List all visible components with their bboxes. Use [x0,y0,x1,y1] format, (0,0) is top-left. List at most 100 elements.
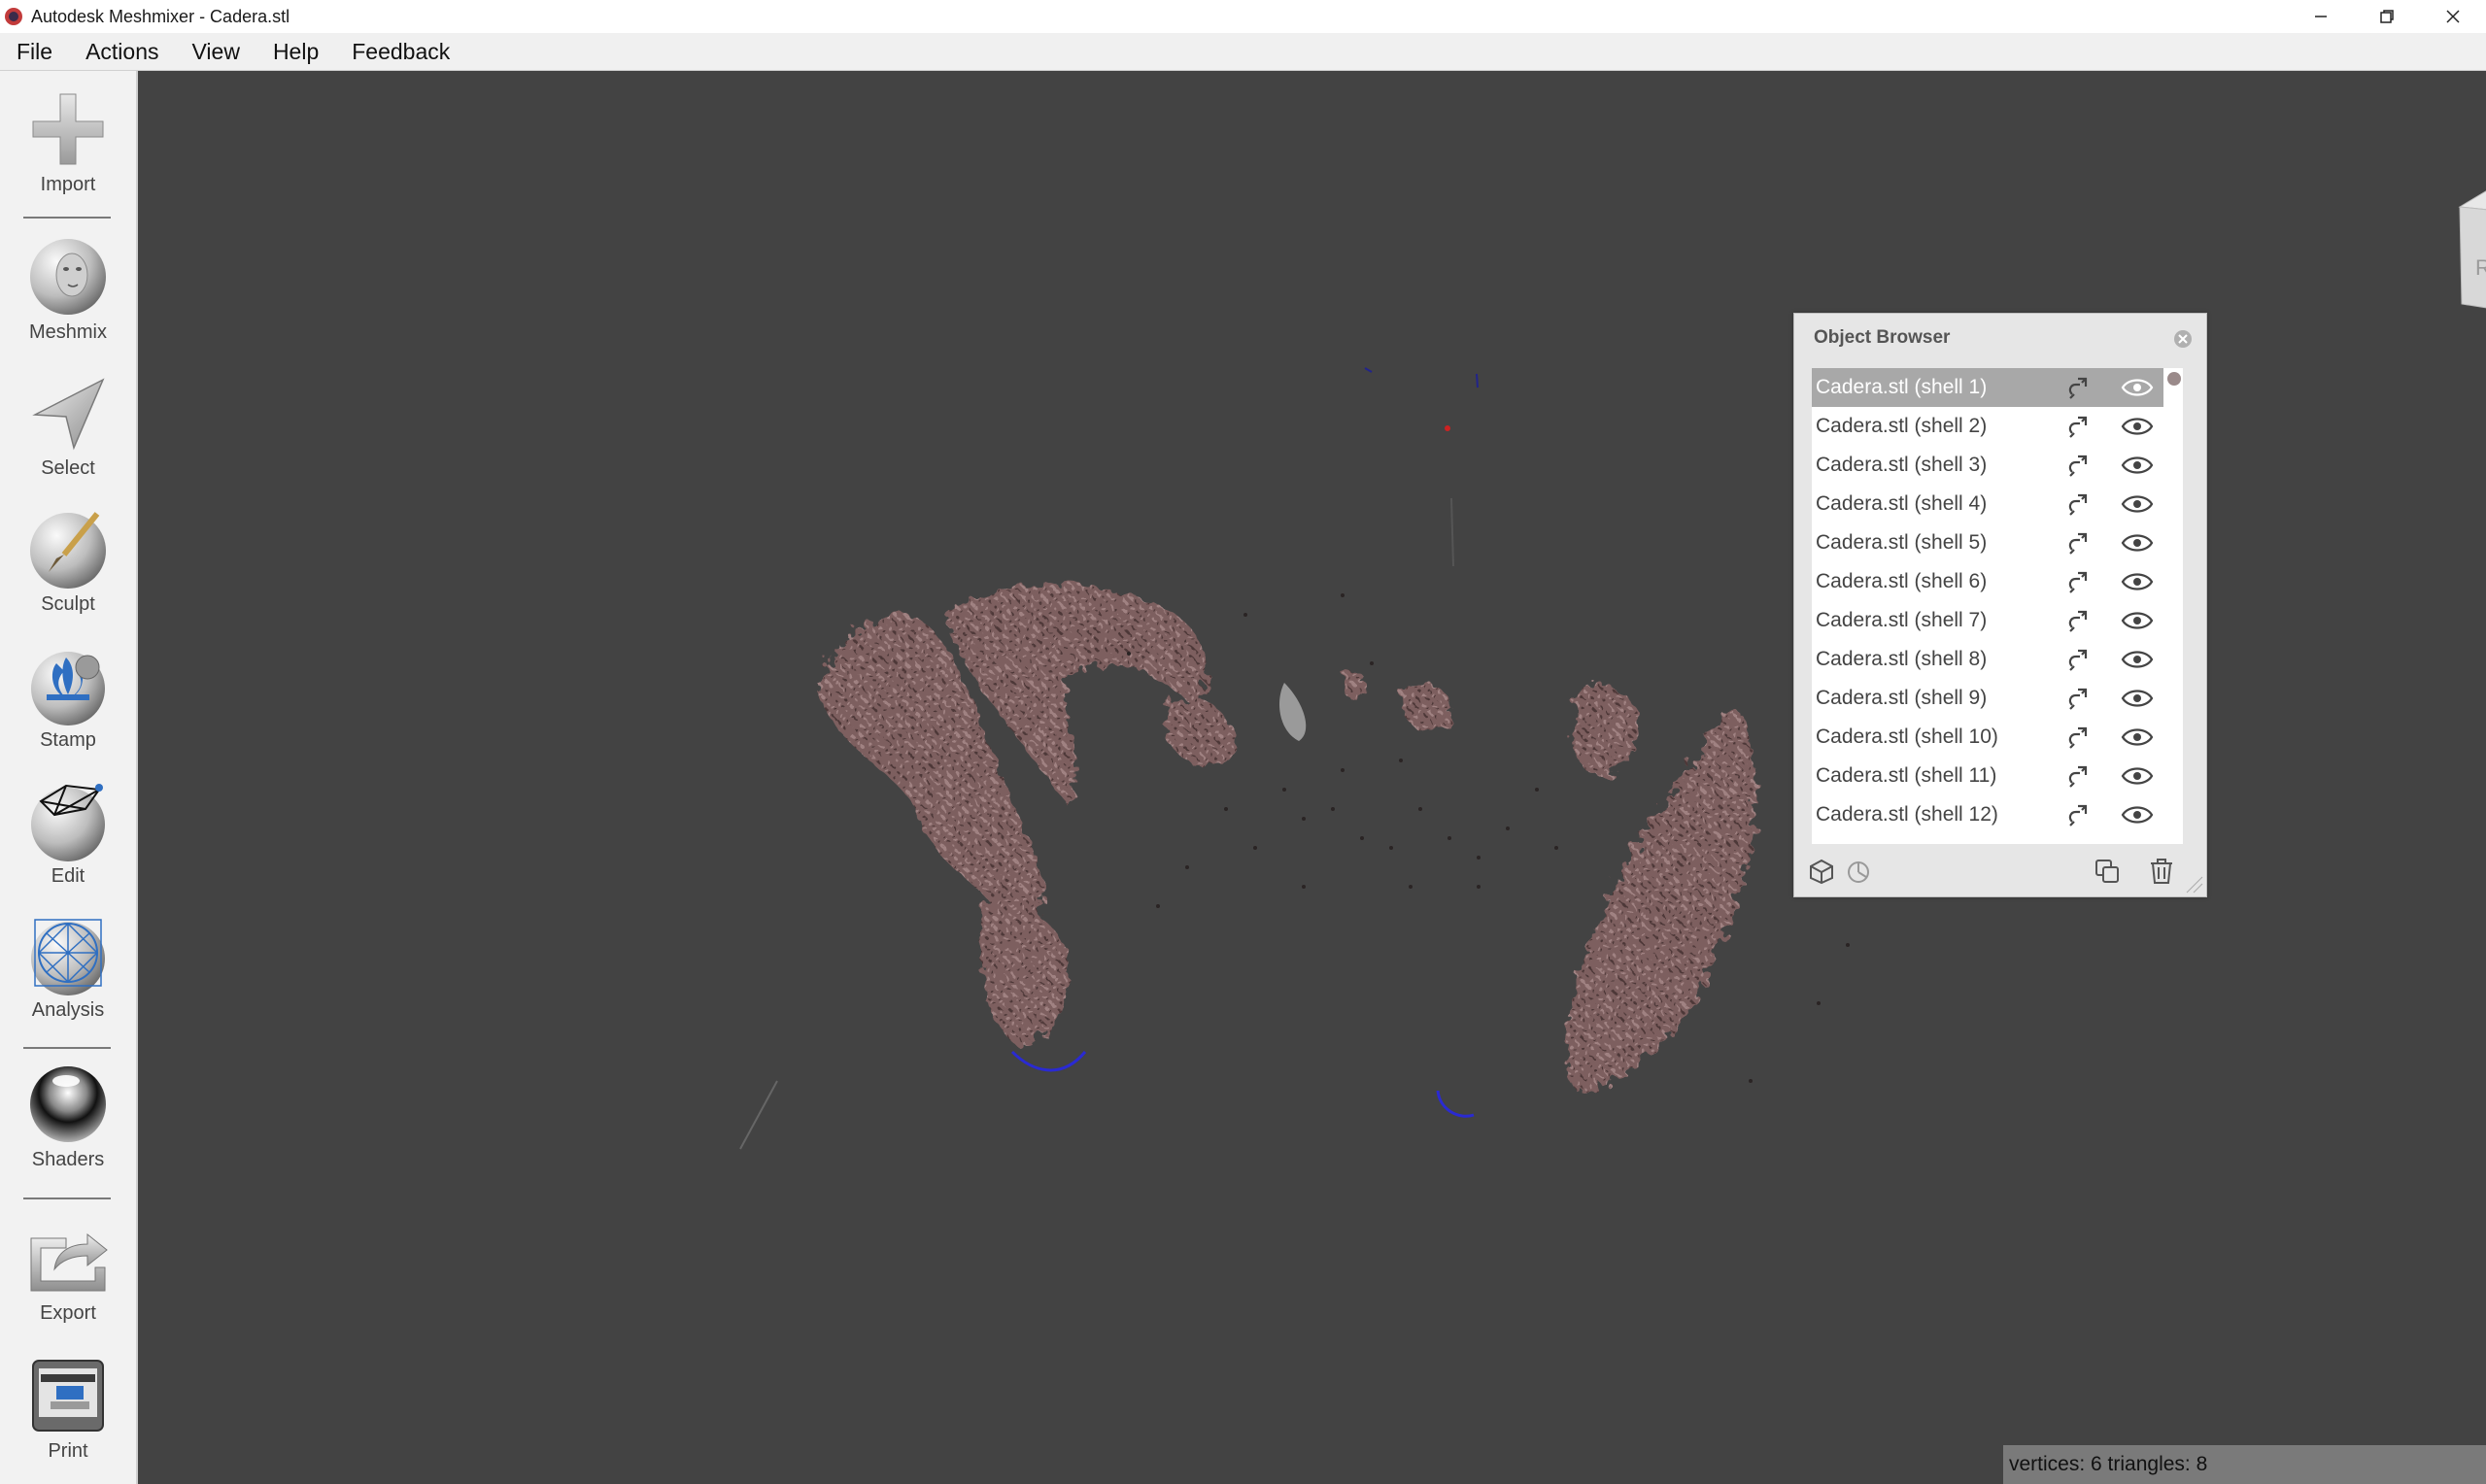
tool-meshmix[interactable]: Meshmix [0,236,136,344]
mesh-spine-fragments [739,367,1479,1150]
object-name: Cadera.stl (shell 6) [1816,570,1988,592]
link-icon[interactable] [2064,375,2092,402]
chrome-sphere-icon [30,1066,106,1142]
object-list-item[interactable]: Cadera.stl (shell 8) [1812,640,2163,679]
tool-edit-label: Edit [51,865,85,887]
eye-icon[interactable] [2121,609,2154,632]
object-browser-title: Object Browser [1814,327,1951,348]
tool-sculpt[interactable]: Sculpt [0,508,136,616]
eye-icon[interactable] [2121,803,2154,826]
link-icon[interactable] [2064,686,2092,713]
close-button[interactable] [2420,0,2486,33]
duplicate-icon[interactable] [2094,858,2121,885]
eye-icon[interactable] [2121,492,2154,516]
object-list[interactable]: Cadera.stl (shell 1) Cadera.stl (shell 2)… [1812,368,2183,844]
wireframe-sphere-icon [31,784,105,861]
mesh-right-hip [1341,670,1756,1091]
object-name: Cadera.stl (shell 2) [1816,415,1988,437]
resize-grip-icon[interactable] [2183,873,2204,894]
menu-actions[interactable]: Actions [69,39,175,65]
menu-view[interactable]: View [176,39,256,65]
tool-select-label: Select [41,457,95,479]
object-list-item[interactable]: Cadera.stl (shell 6) [1812,562,2163,601]
link-icon[interactable] [2064,530,2092,557]
tool-stamp-label: Stamp [40,729,96,751]
toolbar-divider [23,1197,111,1199]
eye-icon[interactable] [2121,764,2154,788]
close-icon [2446,10,2460,23]
menu-feedback[interactable]: Feedback [335,39,466,65]
mesh-left-hip [818,584,1236,1045]
eye-icon[interactable] [2121,725,2154,749]
link-icon[interactable] [2064,453,2092,480]
object-name: Cadera.stl (shell 10) [1816,725,1998,748]
view-cube[interactable]: RIGHT [2440,168,2486,323]
object-list-scrollbar[interactable] [2165,368,2183,844]
tool-print[interactable]: Print [0,1355,136,1463]
object-list-item[interactable]: Cadera.stl (shell 12) [1812,795,2163,834]
object-list-item[interactable]: Cadera.stl (shell 2) [1812,407,2163,446]
stamp-sphere-icon [31,652,105,725]
menu-bar: File Actions View Help Feedback [0,33,2486,71]
plus-icon [32,93,104,165]
printer-icon [32,1360,104,1432]
toolbar-divider [23,217,111,219]
object-list-item[interactable]: Cadera.stl (shell 11) [1812,757,2163,795]
trash-icon[interactable] [2148,858,2175,885]
object-name: Cadera.stl (shell 8) [1816,648,1988,670]
object-list-item[interactable]: Cadera.stl (shell 9) [1812,679,2163,718]
tool-edit[interactable]: Edit [0,780,136,888]
object-list-item[interactable]: Cadera.stl (shell 4) [1812,485,2163,523]
minimize-icon [2315,16,2327,17]
title-bar: Autodesk Meshmixer - Cadera.stl [0,0,2486,33]
object-name: Cadera.stl (shell 9) [1816,687,1988,709]
object-list-item[interactable]: Cadera.stl (shell 5) [1812,523,2163,562]
object-list-item[interactable]: Cadera.stl (shell 3) [1812,446,2163,485]
viewcube-face-label: RIGHT [2475,255,2486,280]
left-toolbar: Import Meshmix Select Sculpt Stamp Edit … [0,71,138,1484]
object-list-item[interactable]: Cadera.stl (shell 7) [1812,601,2163,640]
link-icon[interactable] [2064,491,2092,519]
window-title: Autodesk Meshmixer - Cadera.stl [31,6,290,26]
eye-icon[interactable] [2121,415,2154,438]
tool-print-label: Print [48,1440,88,1462]
tool-select[interactable]: Select [0,372,136,480]
pie-icon[interactable] [1845,858,1872,885]
restore-button[interactable] [2354,0,2420,33]
eye-icon[interactable] [2121,531,2154,555]
object-list-item[interactable]: Cadera.stl (shell 1) [1812,368,2163,407]
eye-icon[interactable] [2121,687,2154,710]
tool-import-label: Import [40,174,96,195]
tool-shaders[interactable]: Shaders [0,1063,136,1171]
link-icon[interactable] [2064,725,2092,752]
face-sphere-icon [30,239,106,315]
menu-help[interactable]: Help [256,39,335,65]
eye-icon[interactable] [2121,454,2154,477]
link-icon[interactable] [2064,647,2092,674]
minimize-button[interactable] [2288,0,2354,33]
cube-icon[interactable] [1808,858,1835,885]
tool-import[interactable]: Import [0,88,136,196]
export-icon [30,1232,108,1292]
object-name: Cadera.stl (shell 3) [1816,454,1988,476]
tool-export[interactable]: Export [0,1217,136,1325]
tool-export-label: Export [40,1302,96,1324]
tool-sculpt-label: Sculpt [41,593,95,615]
eye-icon[interactable] [2121,648,2154,671]
object-name: Cadera.stl (shell 5) [1816,531,1988,554]
status-bar: vertices: 6 triangles: 8 [2003,1445,2486,1484]
close-icon[interactable] [2173,329,2193,349]
link-icon[interactable] [2064,608,2092,635]
eye-icon[interactable] [2121,376,2154,399]
object-name: Cadera.stl (shell 4) [1816,492,1988,515]
link-icon[interactable] [2064,763,2092,791]
eye-icon[interactable] [2121,570,2154,593]
link-icon[interactable] [2064,414,2092,441]
scrollbar-thumb[interactable] [2167,372,2181,386]
link-icon[interactable] [2064,802,2092,829]
menu-file[interactable]: File [0,39,69,65]
object-list-item[interactable]: Cadera.stl (shell 10) [1812,718,2163,757]
link-icon[interactable] [2064,569,2092,596]
tool-analysis[interactable]: Analysis [0,914,136,1022]
tool-stamp[interactable]: Stamp [0,644,136,752]
